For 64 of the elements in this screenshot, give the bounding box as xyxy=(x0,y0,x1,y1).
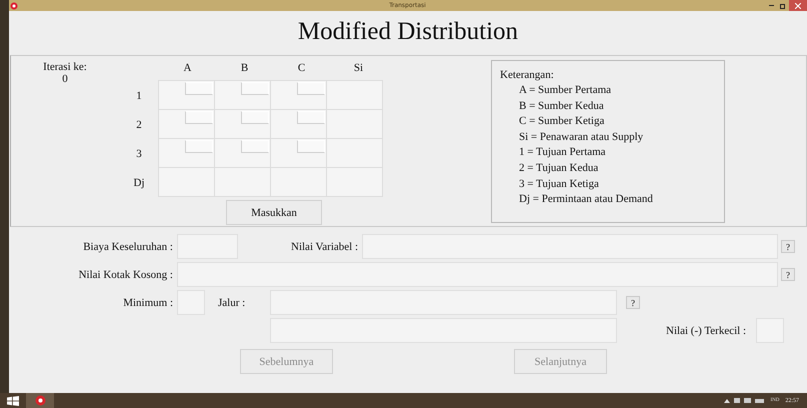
field-label: Nilai Variabel : xyxy=(290,240,359,252)
page-heading: Modified Distribution xyxy=(296,17,520,47)
legend-item: B = Sumber Kedua xyxy=(519,98,605,114)
help-button[interactable]: ? xyxy=(626,296,640,309)
tray-icons-drawing xyxy=(724,397,764,404)
table-input-cell[interactable] xyxy=(158,138,215,168)
table-input-cell[interactable] xyxy=(270,138,327,168)
row-header: 1 xyxy=(135,90,143,102)
cost-field[interactable] xyxy=(241,140,269,153)
cost-field[interactable] xyxy=(185,140,213,153)
legend-item: 3 = Tujuan Ketiga xyxy=(519,176,600,192)
table-input-cell[interactable] xyxy=(270,109,327,139)
taskbar-app-button[interactable] xyxy=(26,393,54,408)
help-button[interactable]: ? xyxy=(781,268,795,281)
column-header: Si xyxy=(352,61,364,76)
field-label: Nilai (-) Terkecil : xyxy=(665,324,747,336)
cost-field[interactable] xyxy=(241,82,269,95)
field-label: Minimum : xyxy=(122,296,174,308)
row-header: 3 xyxy=(135,148,143,160)
table-input-cell[interactable] xyxy=(326,80,383,110)
column-header: B xyxy=(240,61,250,76)
legend-item: A = Sumber Pertama xyxy=(519,83,612,98)
table-input-cell[interactable] xyxy=(326,138,383,168)
legend-item: C = Sumber Ketiga xyxy=(519,114,606,130)
table-input-cell[interactable] xyxy=(270,167,327,197)
table-input-cell[interactable] xyxy=(214,109,271,139)
cost-field[interactable] xyxy=(185,82,213,95)
cost-field[interactable] xyxy=(241,111,269,124)
table-input-cell[interactable] xyxy=(158,167,215,197)
restore-icon xyxy=(780,2,786,8)
submit-button[interactable]: Masukkan xyxy=(226,200,322,225)
windows-logo-icon xyxy=(7,396,19,406)
table-input-cell[interactable] xyxy=(158,109,215,139)
help-button[interactable]: ? xyxy=(781,240,795,253)
table-input-cell[interactable] xyxy=(214,138,271,168)
legend-item: 1 = Tujuan Pertama xyxy=(519,145,607,160)
table-input-cell[interactable] xyxy=(270,80,327,110)
legend-item: Si = Penawaran atau Supply xyxy=(519,130,644,145)
legend-item: Dj = Permintaan atau Demand xyxy=(519,192,654,208)
legend-item: 2 = Tujuan Kedua xyxy=(519,160,600,176)
table-input-cell[interactable] xyxy=(214,167,271,197)
table-input-cell[interactable] xyxy=(158,80,215,110)
row-header: Dj xyxy=(132,176,146,188)
iteration-value: 0 xyxy=(62,73,68,85)
legend-title: Keterangan: xyxy=(500,68,555,83)
iteration-label: Iterasi ke: xyxy=(43,61,87,73)
column-header: C xyxy=(296,61,306,76)
minimize-icon xyxy=(768,4,774,6)
cost-field[interactable] xyxy=(297,82,325,95)
close-icon xyxy=(795,2,801,8)
table-input-cell[interactable] xyxy=(214,80,271,110)
field-label: Biaya Keseluruhan : xyxy=(82,240,174,252)
table-input-cell[interactable] xyxy=(326,109,383,139)
cost-field[interactable] xyxy=(297,140,325,153)
table-input-cell[interactable] xyxy=(326,167,383,197)
cost-field[interactable] xyxy=(185,111,213,124)
app-logo-icon xyxy=(34,395,46,406)
cost-field[interactable] xyxy=(297,111,325,124)
row-header: 2 xyxy=(135,118,143,130)
field-label: Jalur : xyxy=(217,296,246,308)
field-label: Nilai Kotak Kosong : xyxy=(78,268,174,280)
close-button[interactable] xyxy=(789,0,807,11)
column-header: A xyxy=(182,61,192,76)
app-logo-icon xyxy=(10,2,18,10)
